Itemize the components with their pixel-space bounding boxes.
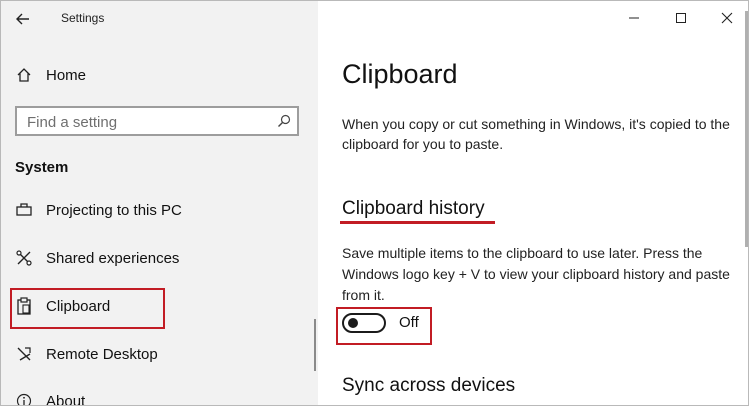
sidebar: Settings Home Find a setting System Proj… bbox=[1, 1, 318, 405]
sidebar-scrollbar[interactable] bbox=[314, 319, 316, 371]
close-button[interactable] bbox=[713, 7, 741, 29]
sidebar-item-label: Remote Desktop bbox=[46, 345, 158, 363]
heading-highlight-underline bbox=[340, 221, 495, 224]
shared-experiences-icon bbox=[15, 249, 33, 267]
maximize-icon bbox=[676, 13, 686, 23]
sidebar-item-projecting[interactable]: Projecting to this PC bbox=[1, 191, 318, 229]
projector-icon bbox=[15, 201, 33, 219]
app-title: Settings bbox=[61, 11, 105, 25]
clipboard-history-toggle[interactable] bbox=[342, 313, 386, 333]
settings-window: Settings Home Find a setting System Proj… bbox=[0, 0, 749, 406]
close-icon bbox=[721, 12, 733, 24]
section-heading-system: System bbox=[15, 159, 69, 176]
back-arrow-icon bbox=[16, 13, 29, 25]
home-icon bbox=[15, 66, 33, 84]
sidebar-item-label: Projecting to this PC bbox=[46, 201, 182, 219]
minimize-icon bbox=[629, 17, 639, 19]
sidebar-item-shared-experiences[interactable]: Shared experiences bbox=[1, 239, 318, 277]
back-button[interactable] bbox=[11, 7, 35, 31]
sidebar-item-remote-desktop[interactable]: Remote Desktop bbox=[1, 335, 318, 373]
clipboard-history-heading: Clipboard history bbox=[342, 198, 485, 219]
info-icon bbox=[15, 392, 33, 405]
search-icon[interactable] bbox=[277, 114, 291, 133]
clipboard-highlight-box bbox=[10, 288, 165, 329]
main-scrollbar[interactable] bbox=[745, 11, 748, 247]
search-placeholder: Find a setting bbox=[27, 114, 118, 131]
sync-across-devices-heading: Sync across devices bbox=[342, 375, 516, 396]
toggle-knob bbox=[348, 318, 358, 328]
page-description: When you copy or cut something in Window… bbox=[342, 116, 730, 152]
remote-desktop-icon bbox=[15, 345, 33, 363]
toggle-state-label: Off bbox=[399, 314, 419, 331]
sidebar-item-label: Home bbox=[46, 66, 87, 84]
sidebar-item-label: About bbox=[46, 392, 86, 406]
sidebar-item-label: Shared experiences bbox=[46, 249, 180, 267]
clipboard-history-description: Save multiple items to the clipboard to … bbox=[342, 245, 730, 303]
minimize-button[interactable] bbox=[620, 7, 648, 29]
maximize-button[interactable] bbox=[667, 7, 695, 29]
main-content: Clipboard When you copy or cut something… bbox=[318, 1, 748, 405]
search-input[interactable]: Find a setting bbox=[15, 106, 299, 136]
page-title: Clipboard bbox=[342, 59, 458, 89]
sidebar-item-about[interactable]: About bbox=[1, 382, 318, 406]
sidebar-item-home[interactable]: Home bbox=[1, 56, 318, 94]
